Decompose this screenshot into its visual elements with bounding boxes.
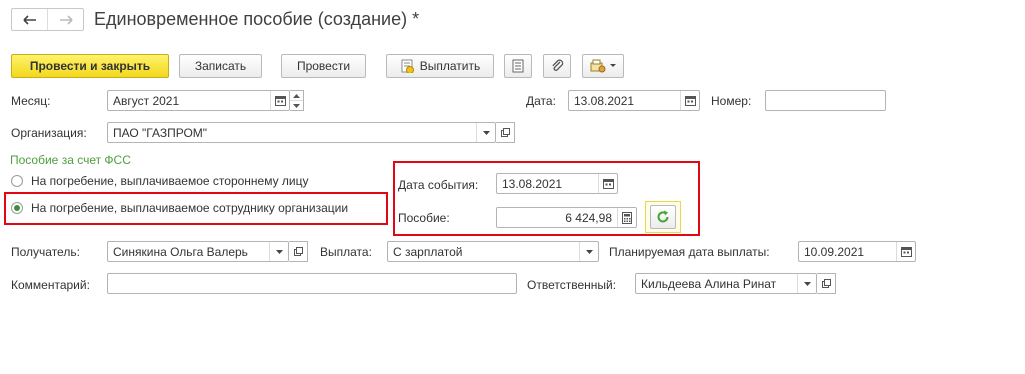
radio-button[interactable]	[11, 175, 23, 187]
calendar-icon[interactable]	[680, 91, 699, 110]
responsible-field[interactable]: Кильдеева Алина Ринат	[635, 273, 817, 294]
refresh-icon	[657, 210, 669, 223]
attachment-icon	[552, 59, 564, 71]
post-and-close-button[interactable]: Провести и закрыть	[11, 54, 169, 78]
recipient-label: Получатель:	[11, 245, 80, 259]
back-arrow-icon	[22, 14, 36, 25]
dropdown-icon[interactable]	[579, 242, 598, 261]
dropdown-icon	[609, 64, 616, 67]
open-icon[interactable]	[289, 241, 308, 262]
calendar-icon[interactable]	[270, 91, 289, 110]
navigation-arrows	[11, 8, 84, 31]
radio-option-label: На погребение, выплачиваемое стороннему …	[31, 174, 309, 188]
print-menu-button[interactable]	[582, 54, 624, 78]
benefit-section-title: Пособие за счет ФСС	[10, 153, 131, 167]
comment-label: Комментарий:	[11, 278, 90, 292]
post-button[interactable]: Провести	[281, 54, 366, 78]
back-button[interactable]	[12, 9, 47, 30]
save-button[interactable]: Записать	[179, 54, 262, 78]
recipient-value: Синякина Ольга Валерь	[113, 244, 248, 259]
pay-button[interactable]: Выплатить	[386, 54, 494, 78]
forward-arrow-icon	[59, 14, 73, 25]
benefit-amount-value: 6 424,98	[565, 210, 612, 225]
page-title: Единовременное пособие (создание) *	[94, 9, 420, 29]
attachment-button[interactable]	[543, 54, 571, 78]
date-field[interactable]: 13.08.2021	[568, 90, 700, 111]
responsible-value: Кильдеева Алина Ринат	[641, 276, 777, 291]
dropdown-icon[interactable]	[797, 274, 816, 293]
event-date-field[interactable]: 13.08.2021	[496, 173, 618, 194]
month-control: Август 2021	[107, 90, 304, 111]
radio-button-selected[interactable]	[11, 202, 23, 214]
date-value: 13.08.2021	[574, 93, 635, 108]
pay-button-label: Выплатить	[419, 59, 481, 73]
forward-button[interactable]	[47, 9, 83, 30]
payment-value: С зарплатой	[393, 244, 463, 259]
number-field[interactable]	[765, 90, 886, 111]
planned-date-value: 10.09.2021	[804, 244, 865, 259]
stepper-up-icon[interactable]	[290, 91, 303, 100]
month-field[interactable]: Август 2021	[107, 90, 290, 111]
open-icon[interactable]	[496, 122, 515, 143]
report-button[interactable]	[504, 54, 532, 78]
report-icon	[512, 59, 524, 73]
benefit-label: Пособие:	[398, 211, 450, 225]
month-value: Август 2021	[113, 93, 180, 108]
dropdown-icon[interactable]	[476, 123, 495, 142]
responsible-control: Кильдеева Алина Ринат	[635, 273, 836, 294]
event-date-value: 13.08.2021	[502, 176, 563, 191]
open-icon[interactable]	[817, 273, 836, 294]
responsible-label: Ответственный:	[527, 278, 617, 292]
organization-field[interactable]: ПАО "ГАЗПРОМ"	[107, 122, 496, 143]
recipient-control: Синякина Ольга Валерь	[107, 241, 308, 262]
organization-control: ПАО "ГАЗПРОМ"	[107, 122, 515, 143]
comment-input[interactable]	[107, 273, 517, 294]
planned-date-label: Планируемая дата выплаты:	[609, 245, 770, 259]
calendar-icon[interactable]	[896, 242, 915, 261]
recalculate-button[interactable]	[650, 205, 676, 229]
benefit-amount-field[interactable]: 6 424,98	[496, 207, 637, 228]
event-date-label: Дата события:	[398, 178, 479, 192]
payment-select[interactable]: С зарплатой	[387, 241, 599, 262]
month-stepper[interactable]	[290, 90, 304, 111]
payment-label: Выплата:	[320, 245, 372, 259]
calculator-icon[interactable]	[617, 208, 636, 227]
radio-option-third-party[interactable]: На погребение, выплачиваемое стороннему …	[11, 173, 309, 189]
planned-date-field[interactable]: 10.09.2021	[798, 241, 916, 262]
radio-option-employee[interactable]: На погребение, выплачиваемое сотруднику …	[11, 200, 348, 216]
refresh-highlight	[645, 201, 681, 233]
organization-value: ПАО "ГАЗПРОМ"	[113, 125, 208, 140]
stepper-down-icon[interactable]	[290, 100, 303, 110]
organization-label: Организация:	[11, 126, 87, 140]
date-label: Дата:	[526, 94, 556, 108]
pay-icon	[400, 59, 414, 73]
recipient-field[interactable]: Синякина Ольга Валерь	[107, 241, 289, 262]
number-label: Номер:	[711, 94, 752, 108]
calendar-icon[interactable]	[598, 174, 617, 193]
radio-option-label: На погребение, выплачиваемое сотруднику …	[31, 201, 349, 215]
month-label: Месяц:	[11, 94, 51, 108]
dropdown-icon[interactable]	[269, 242, 288, 261]
print-icon	[590, 59, 605, 73]
